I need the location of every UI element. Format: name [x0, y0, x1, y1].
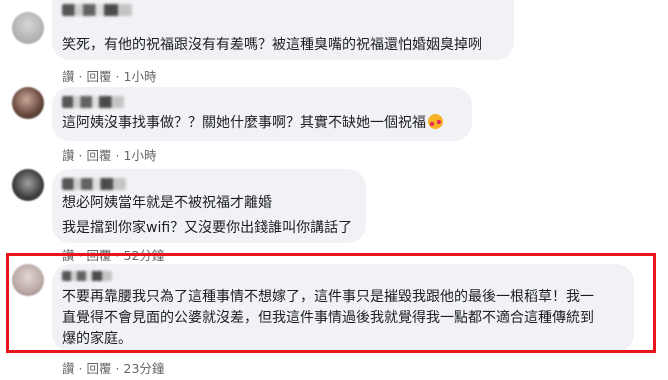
comment-text: 笑死，有他的祝福跟沒有有差嗎？被這種臭嘴的祝福還怕婚姻臭掉咧: [62, 37, 482, 53]
comment-text: 這阿姨沒事找事做？？關她什麼事啊？其實不缺她一個祝福: [62, 114, 443, 133]
avatar[interactable]: [12, 12, 44, 44]
comment-bubble: 笑死，有他的祝福跟沒有有差嗎？被這種臭嘴的祝福還怕婚姻臭掉咧: [52, 0, 514, 60]
separator: ·: [78, 148, 83, 163]
avatar[interactable]: [12, 87, 44, 119]
separator: ·: [115, 148, 120, 163]
separator: ·: [78, 361, 83, 376]
author-name[interactable]: [62, 178, 126, 190]
author-name[interactable]: [62, 4, 132, 16]
reply-link[interactable]: 回覆: [87, 145, 112, 164]
like-link[interactable]: 讚: [62, 66, 75, 85]
comment-bubble: 想必阿姨當年就是不被祝福才離婚 我是擋到你家wifi？又沒要你出錢誰叫你講話了: [52, 169, 366, 243]
like-link[interactable]: 讚: [62, 145, 75, 164]
comment-text: 我是擋到你家wifi？又沒要你出錢誰叫你講話了: [62, 220, 353, 236]
reply-link[interactable]: 回覆: [87, 66, 112, 85]
like-link[interactable]: 讚: [62, 358, 75, 377]
comment-bubble: 這阿姨沒事找事做？？關她什麼事啊？其實不缺她一個祝福: [52, 87, 472, 141]
avatar[interactable]: [12, 169, 44, 201]
comment-item: 想必阿姨當年就是不被祝福才離婚 我是擋到你家wifi？又沒要你出錢誰叫你講話了 …: [0, 165, 668, 263]
reply-link[interactable]: 回覆: [87, 358, 112, 377]
timestamp[interactable]: 1小時: [124, 145, 157, 164]
comment-item: 這阿姨沒事找事做？？關她什麼事啊？其實不缺她一個祝福 讚 · 回覆 · 1小時: [0, 85, 668, 165]
author-name[interactable]: [62, 96, 124, 108]
separator: ·: [115, 361, 120, 376]
comment-actions: 讚 · 回覆 · 1小時: [62, 145, 156, 164]
comment-text-content: 這阿姨沒事找事做？？關她什麼事啊？其實不缺她一個祝福: [62, 115, 426, 131]
separator: ·: [78, 69, 83, 84]
comment-actions: 讚 · 回覆 · 23分鐘: [62, 358, 164, 377]
comment-text: 想必阿姨當年就是不被祝福才離婚: [62, 195, 272, 211]
comment-actions: 讚 · 回覆 · 1小時: [62, 66, 156, 85]
timestamp[interactable]: 23分鐘: [124, 358, 165, 377]
comment-item: 笑死，有他的祝福跟沒有有差嗎？被這種臭嘴的祝福還怕婚姻臭掉咧 讚 · 回覆 · 1小時: [0, 0, 668, 85]
highlight-box: [6, 253, 656, 353]
separator: ·: [115, 69, 120, 84]
smiling-face-with-hearts-icon: [428, 114, 443, 129]
timestamp[interactable]: 1小時: [124, 66, 157, 85]
